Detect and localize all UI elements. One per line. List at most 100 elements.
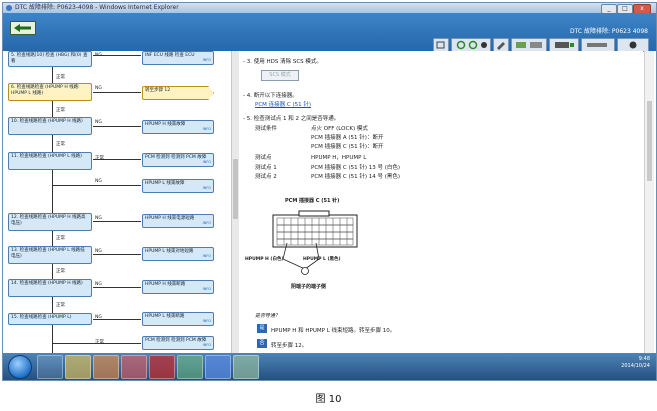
list-button[interactable] [581,38,615,52]
refresh-button[interactable] [451,38,491,52]
connector-caption: 阴端子的端子侧 [291,284,327,290]
result-text: HPUMP L 线束故障 [145,181,185,186]
ie-taskbar-icon[interactable] [37,355,63,379]
normal-label: 正常 [56,142,65,147]
flow-node-5[interactable]: 5. 检查线路[10] 检查 (HBG) 和(0) 查看 [8,51,92,67]
info-badge: INFO [202,287,211,291]
flow-node-6[interactable]: 6. 检查线路检查 (HPUMP H 线路: HPUMP L 线路) [8,83,92,101]
info-badge: INFO [202,160,211,164]
info-badge: INFO [202,254,211,258]
no-tag[interactable]: 否 [257,339,267,348]
test-point-2-label: 测试点 2 [255,174,277,180]
wrench-icon [497,42,505,50]
result-hpump-l-open[interactable]: HPUMP L 线束断路 INFO [142,312,214,326]
condition-line-1: 点火 OFF (LOCK) 模式 [311,126,368,132]
connector-title: PCM 插接器 C (51 针) [285,198,340,204]
normal-label: 正常 [56,303,65,308]
zoom-icon [436,41,445,49]
result-hpump-h-short-power[interactable]: HPUMP H 线束电源短路 INFO [142,214,214,228]
flow-node-12[interactable]: 12. 检查线路检查 (HPUMP H 线路高电压) [8,213,92,231]
scs-mode-button[interactable]: SCS 模式 [261,70,299,81]
yes-tag[interactable]: 是 [257,324,267,333]
result-hpump-h-open[interactable]: HPUMP H 线束断路 INFO [142,280,214,294]
back-button[interactable] [10,21,36,35]
flow-node-10[interactable]: 10. 检查线路检查 (HPUMP H 线路) [8,117,92,135]
app-header: DTC 故障排除: P0623 4098 [3,13,656,52]
flow-arrow [93,319,141,320]
start-button[interactable] [8,355,32,379]
calc-taskbar-icon[interactable] [233,355,259,379]
probe-value: HPUMP H，HPUMP L [311,155,367,161]
flow-node-15[interactable]: 15. 检查线路检查 (HPUMP L) [8,313,92,325]
flow-arrow [52,343,141,344]
media-taskbar-icon[interactable] [93,355,119,379]
result-text: PCM 检测到 检测到 PCM 故障 [145,338,207,343]
pcm-connector-link[interactable]: PCM 连接器 C (51 针) [255,100,311,108]
help-button[interactable] [617,38,649,52]
list-icon [587,43,607,47]
folder-taskbar-icon[interactable] [65,355,91,379]
ie-icon [6,5,12,11]
flow-arrow [93,126,141,127]
page-title: DTC 故障排除: P0623 4098 [569,28,648,35]
flow-arrow [93,55,141,56]
system-tray: 9:48 2014/10/24 [621,356,650,370]
info-badge: INFO [202,221,211,225]
condition-line-3: PCM 插接器 C (51 针)：断开 [311,144,384,150]
taskbar: 9:48 2014/10/24 [3,353,656,380]
flowchart-scrollbar[interactable] [231,51,239,353]
connector-icon [516,42,542,48]
condition-line-2: PCM 插接器 A (51 针)：断开 [311,135,384,141]
question-text: 是否导通？ [255,313,281,319]
word-taskbar-icon[interactable] [205,355,231,379]
info-badge: INFO [202,319,211,323]
test-point-2-value: PCM 插接器 C (51 针) 14 号 (黑色) [311,174,401,180]
tool-button[interactable] [493,38,509,52]
print-button[interactable] [549,38,579,52]
flowchart-panel: 5. 检查线路[10] 检查 (HBG) 和(0) 查看 NG INF ECU … [3,51,231,353]
zoom-button[interactable] [433,38,449,52]
result-pcm-fault[interactable]: PCM 检测到 检测到 PCM 故障 INFO [142,153,214,167]
answer-no-text: 转至步骤 12。 [271,343,308,349]
clock-time: 9:48 [638,356,650,362]
figure-caption: 图 10 [315,394,342,405]
result-pcm-fault-2[interactable]: PCM 检测到 检测到 PCM 故障 INFO [142,336,214,350]
normal-label: 正常 [95,155,104,161]
back-arrow-icon [14,24,31,32]
detail-scrollbar[interactable] [644,51,654,353]
scrollbar-thumb[interactable] [647,101,652,181]
connector-view-button[interactable] [511,38,547,52]
normal-label: 正常 [56,269,65,274]
flow-arrow [52,185,141,186]
flow-node-11[interactable]: 11. 检查线路检查 (HPUMP L 线路) [8,152,92,170]
flow-arrow [93,287,141,288]
refresh-icon [456,40,487,50]
info-badge: INFO [202,127,211,131]
app-taskbar-icon[interactable] [177,355,203,379]
scrollbar-thumb[interactable] [233,159,238,219]
flow-node-14[interactable]: 14. 检查线路检查 (HPUMP H 线路) [8,279,92,297]
flow-node-13[interactable]: 13. 检查线路检查 (HPUMP L 线路低电压) [8,246,92,264]
result-goto-12[interactable]: 转至步骤 12 [142,86,214,100]
print-icon [555,42,574,48]
step-3-text: - 3. 使用 HDS 清除 SCS 模式。 [243,59,322,65]
result-text: HPUMP H 线束电源短路 [145,216,195,221]
test-point-1-label: 测试点 1 [255,165,277,171]
normal-label: 正常 [56,75,65,80]
paint-taskbar-icon[interactable] [121,355,147,379]
result-ecu[interactable]: INF ECU 线路 检查 ECU INFO [142,51,214,65]
result-hpump-l-fault[interactable]: HPUMP L 线束故障 INFO [142,179,214,193]
result-text: HPUMP L 线束对地短路 [145,249,194,254]
test-point-1-value: PCM 插接器 C (51 针) 13 号 (白色) [311,165,401,171]
flow-arrow [93,159,141,160]
ng-label: NG [95,86,102,91]
clock-date: 2014/10/24 [621,363,650,369]
probe-label: 测试点 [255,155,272,161]
step-5-text: - 5. 检查测试点 1 和 2 之间是否导通。 [243,116,340,122]
step-4-text: - 4. 断开以下连接器。 [243,93,298,99]
pdf-taskbar-icon[interactable] [149,355,175,379]
pin-hpump-h-label: HPUMP H (白色) [245,257,284,262]
normal-label: 正常 [56,108,65,113]
result-hpump-h-fault[interactable]: HPUMP H 线束故障 INFO [142,120,214,134]
result-hpump-l-short-ground[interactable]: HPUMP L 线束对地短路 INFO [142,247,214,261]
